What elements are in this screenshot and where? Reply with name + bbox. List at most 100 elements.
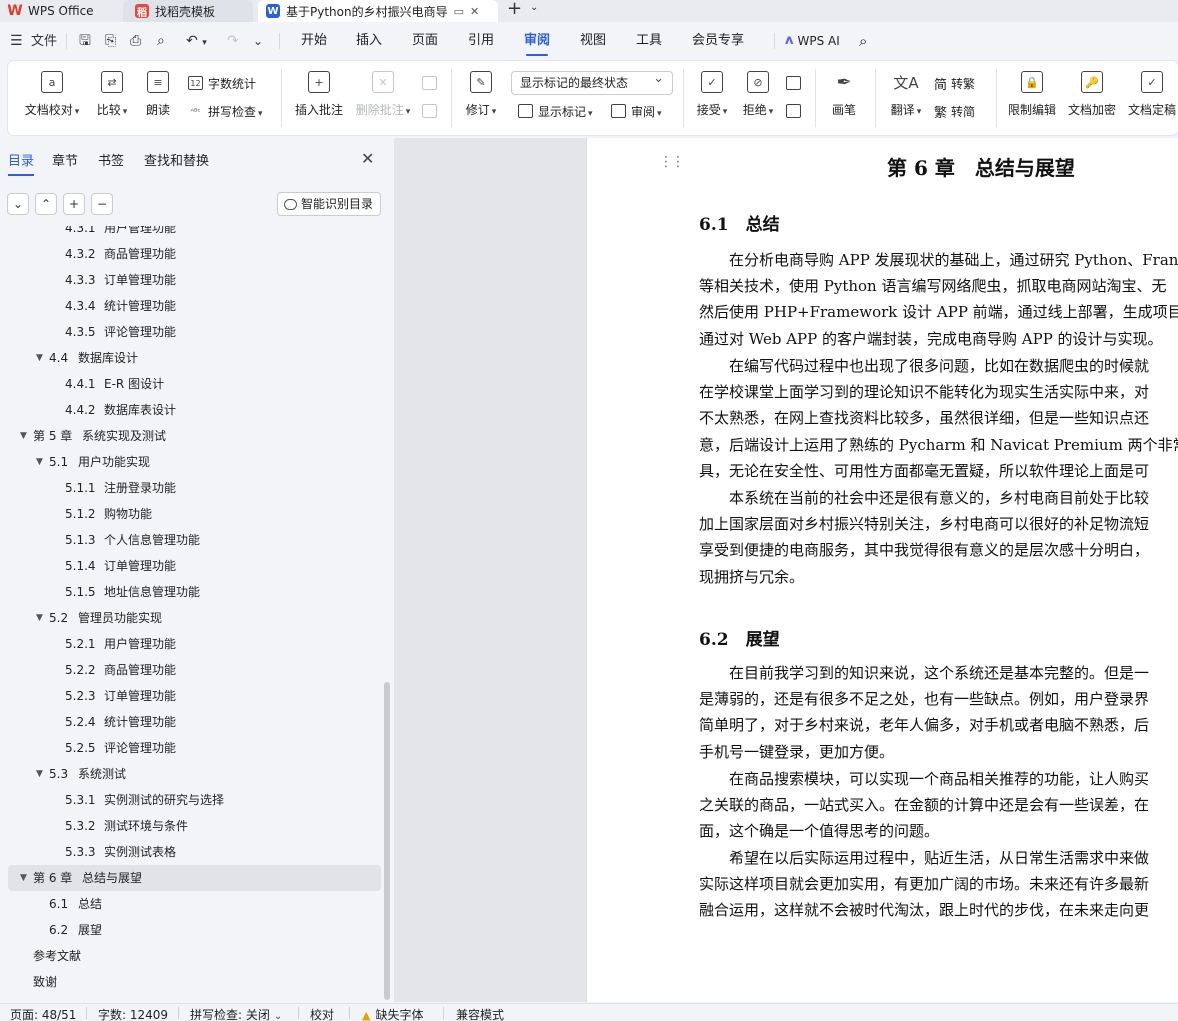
missing-font-status[interactable]: ▲ 缺失字体 — [362, 1006, 423, 1021]
collapse-triangle-icon[interactable]: ▼ — [20, 865, 27, 891]
collapse-triangle-icon[interactable]: ▼ — [36, 449, 43, 475]
tab-docer-templates[interactable]: 稻 找稻壳模板 — [123, 0, 253, 22]
print-preview-icon[interactable]: ⌕ — [157, 31, 165, 51]
close-tab-icon[interactable]: ✕ — [470, 5, 479, 18]
nav-tab-chapters[interactable]: 章节 — [52, 150, 78, 169]
toc-item[interactable]: 5.1.3 个人信息管理功能 — [0, 527, 382, 553]
spell-check-button[interactable]: ᴬᴮᶜ 拼写检查 — [188, 101, 263, 121]
proofread-status[interactable]: 校对 — [310, 1006, 334, 1021]
menu-page[interactable]: 页面 — [412, 22, 438, 60]
next-comment-button[interactable] — [422, 101, 442, 121]
search-icon[interactable]: ⌕ — [859, 22, 867, 60]
toc-item[interactable]: 5.2.3 订单管理功能 — [0, 683, 382, 709]
to-traditional-button[interactable]: 简 转繁 — [934, 73, 975, 93]
accept-button[interactable]: ✓ 接受 — [694, 61, 730, 118]
compat-mode-status[interactable]: 兼容模式 — [456, 1006, 504, 1021]
nav-tab-toc[interactable]: 目录 — [8, 150, 35, 176]
toc-item[interactable]: 4.4.2 数据库表设计 — [0, 397, 382, 423]
more-chevron-icon[interactable]: ⌄ — [253, 31, 263, 51]
toc-item[interactable]: 致谢 — [0, 969, 382, 995]
toc-item[interactable]: 5.1.5 地址信息管理功能 — [0, 579, 382, 605]
toc-item[interactable]: 6.1 总结 — [0, 891, 382, 917]
toc-item[interactable]: 5.3.1 实例测试的研究与选择 — [0, 787, 382, 813]
show-markup-button[interactable]: 显示标记 — [518, 101, 593, 121]
review-pane-button[interactable]: 审阅 — [611, 101, 662, 121]
nav-scrollbar[interactable] — [384, 682, 390, 1000]
body-paragraph[interactable]: 在编写代码过程中也出现了很多问题，比如在数据爬虫的时候就 在学校课堂上面学习到的理… — [699, 353, 1178, 485]
body-paragraph[interactable]: 希望在以后实际运用过程中，贴近生活，从日常生活需求中来做 实际这样项目就会更加实用… — [699, 845, 1178, 924]
collapse-triangle-icon[interactable]: ▼ — [36, 605, 43, 631]
track-changes-button[interactable]: ✎ 修订 — [463, 61, 499, 118]
reject-button[interactable]: ⊘ 拒绝 — [740, 61, 776, 118]
toc-item[interactable]: 4.3.5 评论管理功能 — [0, 319, 382, 345]
translate-button[interactable]: 文A 翻译 — [886, 61, 926, 118]
toc-item[interactable]: ▼ 5.2 管理员功能实现 — [0, 605, 382, 631]
delete-comment-button[interactable]: ✕ 删除批注 — [354, 61, 412, 118]
toc-item[interactable]: 5.3.2 测试环境与条件 — [0, 813, 382, 839]
toc-item[interactable]: 5.1.2 购物功能 — [0, 501, 382, 527]
tab-wps-office[interactable]: W WPS Office — [8, 0, 118, 22]
encrypt-button[interactable]: 🔑 文档加密 — [1066, 61, 1118, 118]
menu-insert[interactable]: 插入 — [356, 22, 382, 60]
menu-tools[interactable]: 工具 — [636, 22, 662, 60]
nav-tab-find-replace[interactable]: 查找和替换 — [144, 150, 209, 169]
toc-item[interactable]: 4.3.1 用户管理功能 — [0, 226, 382, 241]
word-count-status[interactable]: 字数: 12409 — [98, 1006, 168, 1021]
collapse-triangle-icon[interactable]: ▼ — [36, 345, 43, 371]
prev-change-button[interactable] — [786, 73, 806, 93]
compare-button[interactable]: ⇄ 比较 — [92, 61, 132, 118]
insert-comment-button[interactable]: + 插入批注 — [293, 61, 345, 118]
new-tab-plus-icon[interactable]: + — [507, 0, 522, 22]
word-count-button[interactable]: 12 字数统计 — [188, 73, 256, 93]
print-icon[interactable]: ⎙ — [130, 31, 141, 51]
collapse-up-icon[interactable]: ⌃ — [35, 193, 57, 215]
next-change-button[interactable] — [786, 101, 806, 121]
toc-item[interactable]: 参考文献 — [0, 943, 382, 969]
menu-home[interactable]: 开始 — [301, 22, 327, 60]
body-paragraph[interactable]: 本系统在当前的社会中还是很有意义的，乡村电商目前处于比较 加上国家层面对乡村振兴特… — [699, 485, 1178, 591]
page-indicator[interactable]: 页面: 48/51 — [10, 1006, 76, 1021]
toc-item[interactable]: 5.2.1 用户管理功能 — [0, 631, 382, 657]
remove-heading-icon[interactable]: − — [91, 193, 113, 215]
markup-mode-select[interactable]: 显示标记的最终状态 — [511, 68, 673, 95]
window-icon[interactable]: ▭ — [454, 5, 464, 18]
ink-button[interactable]: ✒ 画笔 — [830, 61, 858, 118]
add-heading-icon[interactable]: + — [63, 193, 85, 215]
collapse-triangle-icon[interactable]: ▼ — [36, 761, 43, 787]
toc-item[interactable]: 5.1.1 注册登录功能 — [0, 475, 382, 501]
menu-member[interactable]: 会员专享 — [692, 22, 744, 60]
toc-item[interactable]: ▼ 4.4 数据库设计 — [0, 345, 382, 371]
toc-item[interactable]: 5.2.4 统计管理功能 — [0, 709, 382, 735]
toc-item[interactable]: 5.2.5 评论管理功能 — [0, 735, 382, 761]
body-paragraph[interactable]: 在商品搜索模块，可以实现一个商品相关推荐的功能，让人购买 之关联的商品，一站式买入… — [699, 766, 1178, 845]
document-page[interactable]: ⋮⋮ 第 6 章 总结与展望 6.1 总结 在分析电商导购 APP 发展现状的基… — [586, 138, 1178, 1002]
chevron-down-icon[interactable]: ⌄ — [530, 2, 538, 13]
redo-icon[interactable]: ↷ — [227, 31, 239, 51]
restrict-edit-button[interactable]: 🔒 限制编辑 — [1006, 61, 1058, 118]
menu-review[interactable]: 审阅 — [524, 22, 550, 60]
wps-ai-button[interactable]: ᴧ WPS AI — [785, 22, 840, 60]
nav-tab-bookmarks[interactable]: 书签 — [98, 150, 124, 169]
tab-document[interactable]: W 基于Python的乡村振兴电商导 ▭ ✕ — [258, 0, 498, 22]
finalize-button[interactable]: ✓ 文档定稿 — [1126, 61, 1178, 118]
toc-item[interactable]: 5.3.3 实例测试表格 — [0, 839, 382, 865]
document-canvas[interactable]: ⋮⋮ 第 6 章 总结与展望 6.1 总结 在分析电商导购 APP 发展现状的基… — [394, 138, 1178, 1002]
toc-item[interactable]: 6.2 展望 — [0, 917, 382, 943]
toc-item[interactable]: ▼ 5.1 用户功能实现 — [0, 449, 382, 475]
toc-item[interactable]: ▼ 5.3 系统测试 — [0, 761, 382, 787]
toc-item[interactable]: ▼ 第 5 章系统实现及测试 — [0, 423, 382, 449]
smart-toc-button[interactable]: 智能识别目录 — [277, 192, 381, 216]
prev-comment-button[interactable] — [422, 73, 442, 93]
toc-item[interactable]: 4.3.2 商品管理功能 — [0, 241, 382, 267]
body-paragraph[interactable]: 在目前我学习到的知识来说，这个系统还是基本完整的。但是一 是薄弱的，还是有很多不足… — [699, 660, 1178, 766]
to-simplified-button[interactable]: 繁 转简 — [934, 101, 975, 121]
spell-check-status[interactable]: 拼写检查: 关闭 — [190, 1006, 282, 1021]
menu-view[interactable]: 视图 — [580, 22, 606, 60]
doc-proof-button[interactable]: a 文档校对 — [22, 61, 82, 118]
export-icon[interactable]: ⎘ — [105, 31, 116, 51]
expand-down-icon[interactable]: ⌄ — [7, 193, 29, 215]
toc-item[interactable]: 4.4.1 E-R 图设计 — [0, 371, 382, 397]
close-icon[interactable]: ✕ — [361, 149, 374, 168]
toc-item[interactable]: 5.1.4 订单管理功能 — [0, 553, 382, 579]
toc-item[interactable]: 4.3.3 订单管理功能 — [0, 267, 382, 293]
